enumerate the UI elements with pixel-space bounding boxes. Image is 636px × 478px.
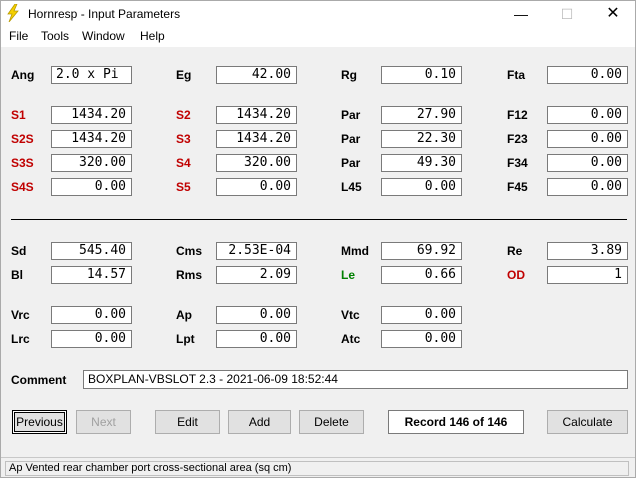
bl-label: Bl <box>11 268 23 282</box>
eg-field[interactable]: 42.00 <box>216 66 297 84</box>
title-bar[interactable]: Hornresp - Input Parameters — ☐ ✕ <box>1 1 635 27</box>
mmd-field[interactable]: 69.92 <box>381 242 462 260</box>
ap-field[interactable]: 0.00 <box>216 306 297 324</box>
vtc-label: Vtc <box>341 308 360 322</box>
input-parameters-panel: Ang 2.0 x Pi Eg 42.00 Rg 0.10 Fta 0.00 S… <box>1 47 635 457</box>
f23-label: F23 <box>507 132 528 146</box>
f23-field[interactable]: 0.00 <box>547 130 628 148</box>
minimize-button[interactable]: — <box>498 1 544 27</box>
cms-label: Cms <box>176 244 203 258</box>
l45-field[interactable]: 0.00 <box>381 178 462 196</box>
close-button[interactable]: ✕ <box>590 1 636 27</box>
comment-field[interactable]: BOXPLAN-VBSLOT 2.3 - 2021-06-09 18:52:44 <box>83 370 628 389</box>
status-bar: Ap Vented rear chamber port cross-sectio… <box>1 457 635 477</box>
f34-field[interactable]: 0.00 <box>547 154 628 172</box>
lrc-label: Lrc <box>11 332 30 346</box>
ang-field[interactable]: 2.0 x Pi <box>51 66 132 84</box>
bl-field[interactable]: 14.57 <box>51 266 132 284</box>
edit-button[interactable]: Edit <box>155 410 220 434</box>
mmd-label: Mmd <box>341 244 369 258</box>
add-button[interactable]: Add <box>228 410 291 434</box>
menu-bar: File Tools Window Help <box>1 27 635 47</box>
rg-field[interactable]: 0.10 <box>381 66 462 84</box>
re-label: Re <box>507 244 523 258</box>
par-label: Par <box>341 132 361 146</box>
atc-label: Atc <box>341 332 361 346</box>
menu-help[interactable]: Help <box>140 29 165 43</box>
vrc-field[interactable]: 0.00 <box>51 306 132 324</box>
record-indicator: Record 146 of 146 <box>388 410 524 434</box>
eg-label: Eg <box>176 68 192 82</box>
fta-field[interactable]: 0.00 <box>547 66 628 84</box>
s3s-label: S3S <box>11 156 34 170</box>
delete-button[interactable]: Delete <box>299 410 364 434</box>
l45-label: L45 <box>341 180 362 194</box>
calculate-button[interactable]: Calculate <box>547 410 628 434</box>
s5-label: S5 <box>176 180 191 194</box>
lpt-field[interactable]: 0.00 <box>216 330 297 348</box>
sd-field[interactable]: 545.40 <box>51 242 132 260</box>
s3-label: S3 <box>176 132 191 146</box>
previous-button[interactable]: Previous <box>12 410 67 434</box>
par-field[interactable]: 22.30 <box>381 130 462 148</box>
f45-field[interactable]: 0.00 <box>547 178 628 196</box>
od-field[interactable]: 1 <box>547 266 628 284</box>
lrc-field[interactable]: 0.00 <box>51 330 132 348</box>
s4s-field[interactable]: 0.00 <box>51 178 132 196</box>
f12-field[interactable]: 0.00 <box>547 106 628 124</box>
f12-label: F12 <box>507 108 528 122</box>
le-field[interactable]: 0.66 <box>381 266 462 284</box>
sd-label: Sd <box>11 244 27 258</box>
par-label: Par <box>341 108 361 122</box>
s2s-field[interactable]: 1434.20 <box>51 130 132 148</box>
le-label: Le <box>341 268 356 282</box>
par-label: Par <box>341 156 361 170</box>
par-field[interactable]: 49.30 <box>381 154 462 172</box>
menu-window[interactable]: Window <box>82 29 125 43</box>
par-field[interactable]: 27.90 <box>381 106 462 124</box>
ang-label: Ang <box>11 68 35 82</box>
menu-file[interactable]: File <box>9 29 28 43</box>
section-divider <box>11 219 627 220</box>
maximize-button[interactable]: ☐ <box>544 1 590 27</box>
cms-field[interactable]: 2.53E-04 <box>216 242 297 260</box>
hornresp-window: Hornresp - Input Parameters — ☐ ✕ File T… <box>0 0 636 478</box>
vtc-field[interactable]: 0.00 <box>381 306 462 324</box>
fta-label: Fta <box>507 68 525 82</box>
re-field[interactable]: 3.89 <box>547 242 628 260</box>
next-button[interactable]: Next <box>76 410 131 434</box>
lpt-label: Lpt <box>176 332 195 346</box>
comment-label: Comment <box>11 373 67 387</box>
s3s-field[interactable]: 320.00 <box>51 154 132 172</box>
f34-label: F34 <box>507 156 528 170</box>
od-label: OD <box>507 268 525 282</box>
menu-tools[interactable]: Tools <box>41 29 69 43</box>
vrc-label: Vrc <box>11 308 30 322</box>
window-title: Hornresp - Input Parameters <box>28 7 181 21</box>
s3-field[interactable]: 1434.20 <box>216 130 297 148</box>
status-text: Ap Vented rear chamber port cross-sectio… <box>5 461 629 476</box>
s5-field[interactable]: 0.00 <box>216 178 297 196</box>
rg-label: Rg <box>341 68 357 82</box>
s1-label: S1 <box>11 108 26 122</box>
lightning-bolt-icon <box>7 4 19 22</box>
atc-field[interactable]: 0.00 <box>381 330 462 348</box>
s2s-label: S2S <box>11 132 34 146</box>
f45-label: F45 <box>507 180 528 194</box>
s1-field[interactable]: 1434.20 <box>51 106 132 124</box>
s4s-label: S4S <box>11 180 34 194</box>
s4-label: S4 <box>176 156 191 170</box>
s2-field[interactable]: 1434.20 <box>216 106 297 124</box>
s2-label: S2 <box>176 108 191 122</box>
rms-field[interactable]: 2.09 <box>216 266 297 284</box>
ap-label: Ap <box>176 308 192 322</box>
s4-field[interactable]: 320.00 <box>216 154 297 172</box>
rms-label: Rms <box>176 268 203 282</box>
